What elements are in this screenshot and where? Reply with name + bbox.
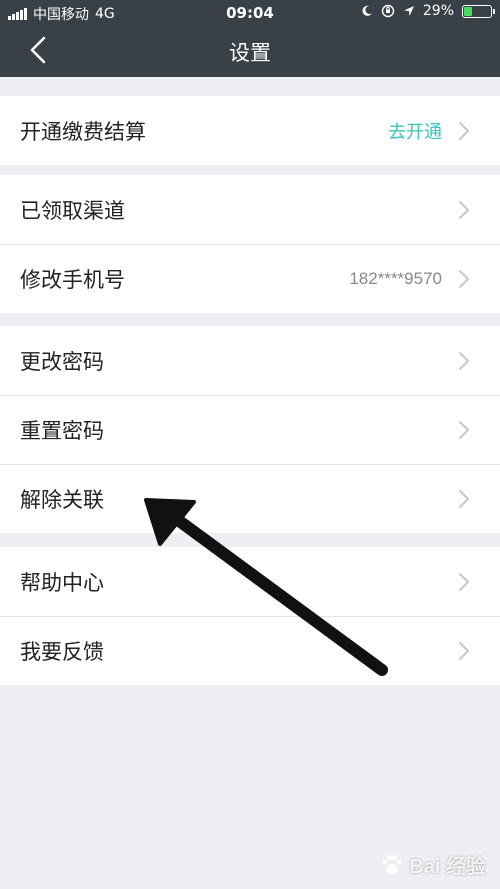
- settings-row-reset-password[interactable]: 重置密码: [0, 395, 500, 464]
- settings-group-security: 更改密码 重置密码 解除关联: [0, 326, 500, 533]
- row-label: 开通缴费结算: [20, 119, 146, 144]
- settings-group-account: 已领取渠道 修改手机号 182****9570: [0, 175, 500, 313]
- orientation-lock-icon: [381, 4, 395, 18]
- settings-row-channels[interactable]: 已领取渠道: [0, 175, 500, 244]
- row-label: 我要反馈: [20, 639, 104, 664]
- row-value: 去开通: [388, 121, 442, 142]
- settings-row-phone[interactable]: 修改手机号 182****9570: [0, 244, 500, 313]
- battery-icon: [462, 4, 495, 18]
- settings-row-open-billing[interactable]: 开通缴费结算 去开通: [0, 96, 500, 165]
- status-bar: 中国移动 4G 09:04 29%: [0, 0, 500, 26]
- chevron-right-icon: [459, 489, 469, 508]
- battery-fill: [464, 6, 473, 16]
- settings-row-change-password[interactable]: 更改密码: [0, 326, 500, 395]
- chevron-right-icon: [459, 641, 469, 660]
- chevron-right-icon: [459, 121, 469, 140]
- row-label: 帮助中心: [20, 570, 104, 595]
- row-label: 更改密码: [20, 349, 104, 374]
- battery-percent: 29%: [422, 3, 454, 19]
- row-label: 修改手机号: [20, 267, 125, 292]
- status-right: 29%: [361, 3, 495, 19]
- settings-row-feedback[interactable]: 我要反馈: [0, 616, 500, 685]
- baidu-watermark: Bai 经验: [379, 850, 486, 879]
- row-label: 解除关联: [20, 487, 104, 512]
- settings-row-unlink[interactable]: 解除关联: [0, 464, 500, 533]
- header: 中国移动 4G 09:04 29% 设置: [0, 0, 500, 77]
- chevron-right-icon: [459, 351, 469, 370]
- paw-icon: [382, 854, 402, 874]
- chevron-right-icon: [459, 572, 469, 591]
- row-label: 重置密码: [20, 418, 104, 443]
- row-label: 已领取渠道: [20, 198, 125, 223]
- location-icon: [403, 6, 414, 16]
- watermark-text: Bai 经验: [409, 856, 486, 878]
- moon-icon: [362, 5, 372, 16]
- settings-group-billing: 开通缴费结算 去开通: [0, 96, 500, 165]
- chevron-right-icon: [459, 200, 469, 219]
- phone-number-value: 182****9570: [349, 268, 442, 288]
- settings-row-help-center[interactable]: 帮助中心: [0, 547, 500, 616]
- chevron-right-icon: [459, 420, 469, 439]
- settings-group-support: 帮助中心 我要反馈: [0, 547, 500, 685]
- chevron-right-icon: [459, 269, 469, 288]
- page-title: 设置: [229, 41, 271, 65]
